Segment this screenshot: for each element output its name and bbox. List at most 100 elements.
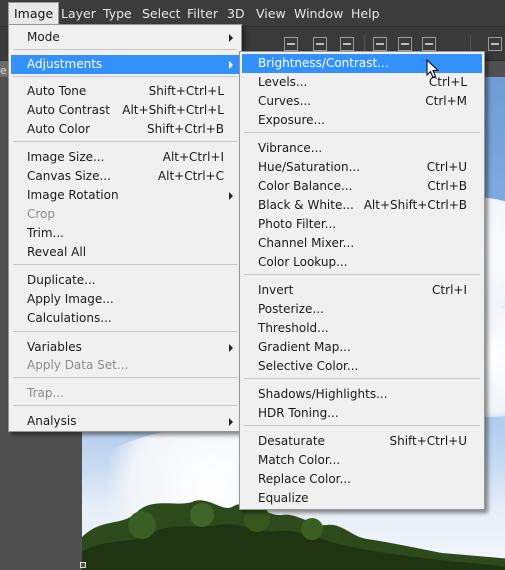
menu-item-levels[interactable]: Levels... Ctrl+L	[242, 73, 482, 92]
align-top-icon[interactable]	[284, 37, 298, 51]
menu-separator	[13, 76, 237, 77]
menu-item-mode[interactable]: Mode	[11, 28, 239, 47]
menu-item-label: Vibrance...	[258, 141, 323, 155]
menu-item-image-size[interactable]: Image Size... Alt+Ctrl+I	[11, 148, 239, 167]
menu-item-color-lookup[interactable]: Color Lookup...	[242, 253, 482, 272]
shortcut-label: Shift+Ctrl+L	[148, 84, 224, 98]
menu-item-label: Variables	[27, 340, 82, 354]
submenu-arrow-icon	[229, 192, 233, 200]
menu-item-black-white[interactable]: Black & White... Alt+Shift+Ctrl+B	[242, 196, 482, 215]
align-vcenter-icon[interactable]	[313, 37, 327, 51]
menu-item-apply-data-set: Apply Data Set...	[11, 356, 239, 375]
menu-item-label: Image Rotation	[27, 188, 119, 202]
menu-item-label: Match Color...	[258, 453, 341, 467]
menu-3d[interactable]: 3D	[222, 3, 250, 24]
align-bottom-icon[interactable]	[340, 37, 354, 51]
menu-item-shadows-highlights[interactable]: Shadows/Highlights...	[242, 385, 482, 404]
menu-item-label: Gradient Map...	[258, 340, 351, 354]
menu-item-brightness-contrast[interactable]: Brightness/Contrast...	[242, 54, 482, 73]
menu-item-gradient-map[interactable]: Gradient Map...	[242, 338, 482, 357]
menu-item-label: HDR Toning...	[258, 406, 339, 420]
menu-item-vibrance[interactable]: Vibrance...	[242, 139, 482, 158]
menu-type[interactable]: Type	[98, 3, 137, 24]
menu-separator	[244, 132, 480, 133]
menu-item-label: Curves...	[258, 94, 312, 108]
menu-item-label: Photo Filter...	[258, 217, 337, 231]
distribute-bottom-icon[interactable]	[422, 37, 436, 51]
menu-item-trap: Trap...	[11, 384, 239, 403]
menu-item-label: Trim...	[27, 226, 64, 240]
menu-item-trim[interactable]: Trim...	[11, 224, 239, 243]
menu-separator	[13, 377, 237, 378]
menu-item-match-color[interactable]: Match Color...	[242, 451, 482, 470]
menu-item-curves[interactable]: Curves... Ctrl+M	[242, 92, 482, 111]
distribute-top-icon[interactable]	[373, 37, 387, 51]
menu-item-label: Posterize...	[258, 302, 324, 316]
menu-item-label: Exposure...	[258, 113, 325, 127]
menu-item-desaturate[interactable]: Desaturate Shift+Ctrl+U	[242, 432, 482, 451]
menu-image[interactable]: Image	[8, 2, 60, 25]
mouse-pointer-icon	[426, 59, 440, 79]
menu-item-posterize[interactable]: Posterize...	[242, 300, 482, 319]
menu-help[interactable]: Help	[346, 3, 385, 24]
menu-item-color-balance[interactable]: Color Balance... Ctrl+B	[242, 177, 482, 196]
menu-separator	[244, 378, 480, 379]
menu-item-label: Color Balance...	[258, 179, 353, 193]
menu-item-replace-color[interactable]: Replace Color...	[242, 470, 482, 489]
menu-separator	[244, 274, 480, 275]
menu-item-label: Apply Data Set...	[27, 358, 129, 372]
menu-item-label: Duplicate...	[27, 273, 96, 287]
submenu-arrow-icon	[229, 61, 233, 69]
menu-window[interactable]: Window	[289, 3, 348, 24]
menu-item-image-rotation[interactable]: Image Rotation	[11, 186, 239, 205]
menu-item-label: Replace Color...	[258, 472, 351, 486]
menu-item-channel-mixer[interactable]: Channel Mixer...	[242, 234, 482, 253]
menu-separator	[244, 425, 480, 426]
menu-item-auto-contrast[interactable]: Auto Contrast Alt+Shift+Ctrl+L	[11, 101, 239, 120]
menu-item-variables[interactable]: Variables	[11, 338, 239, 357]
menu-layer[interactable]: Layer	[56, 3, 101, 24]
menu-item-equalize[interactable]: Equalize	[242, 489, 482, 508]
menu-item-auto-color[interactable]: Auto Color Shift+Ctrl+B	[11, 120, 239, 139]
menu-item-label: Reveal All	[27, 245, 87, 259]
menu-item-threshold[interactable]: Threshold...	[242, 319, 482, 338]
submenu-arrow-icon	[229, 418, 233, 426]
menu-item-apply-image[interactable]: Apply Image...	[11, 290, 239, 309]
menu-item-label: Auto Tone	[27, 84, 87, 98]
menu-item-photo-filter[interactable]: Photo Filter...	[242, 215, 482, 234]
adjustments-submenu: Brightness/Contrast... Levels... Ctrl+L …	[239, 51, 485, 510]
menu-view[interactable]: View	[251, 3, 291, 24]
shortcut-label: Shift+Ctrl+B	[147, 122, 224, 136]
menu-item-canvas-size[interactable]: Canvas Size... Alt+Ctrl+C	[11, 167, 239, 186]
menu-item-reveal-all[interactable]: Reveal All	[11, 243, 239, 262]
menu-item-label: Brightness/Contrast...	[258, 56, 389, 70]
menu-separator	[13, 331, 237, 332]
menu-item-label: Color Lookup...	[258, 255, 348, 269]
menu-item-label: Levels...	[258, 75, 308, 89]
menu-item-label: Selective Color...	[258, 359, 359, 373]
menu-item-calculations[interactable]: Calculations...	[11, 309, 239, 328]
menu-item-hue-saturation[interactable]: Hue/Saturation... Ctrl+U	[242, 158, 482, 177]
menu-item-hdr-toning[interactable]: HDR Toning...	[242, 404, 482, 423]
menu-item-label: Analysis	[27, 414, 77, 428]
distribute-vcenter-icon[interactable]	[398, 37, 412, 51]
menu-item-exposure[interactable]: Exposure...	[242, 111, 482, 130]
menu-item-adjustments[interactable]: Adjustments	[11, 55, 239, 74]
shortcut-label: Alt+Shift+Ctrl+B	[363, 198, 467, 212]
shortcut-label: Shift+Ctrl+U	[389, 434, 467, 448]
menu-item-label: Invert	[258, 283, 294, 297]
align-left-icon[interactable]	[488, 37, 502, 51]
menu-item-label: Apply Image...	[27, 292, 114, 306]
menu-item-invert[interactable]: Invert Ctrl+I	[242, 281, 482, 300]
menu-bar: Image Layer Type Select Filter 3D View W…	[0, 0, 505, 27]
menu-item-analysis[interactable]: Analysis	[11, 412, 239, 431]
menu-item-label: Channel Mixer...	[258, 236, 355, 250]
menu-filter[interactable]: Filter	[182, 3, 223, 24]
menu-item-label: Black & White...	[258, 198, 354, 212]
image-menu: Mode Adjustments Auto Tone Shift+Ctrl+L …	[8, 24, 242, 432]
menu-select[interactable]: Select	[137, 3, 186, 24]
menu-item-selective-color[interactable]: Selective Color...	[242, 357, 482, 376]
menu-item-label: Image Size...	[27, 150, 105, 164]
menu-item-duplicate[interactable]: Duplicate...	[11, 271, 239, 290]
menu-item-auto-tone[interactable]: Auto Tone Shift+Ctrl+L	[11, 82, 239, 101]
